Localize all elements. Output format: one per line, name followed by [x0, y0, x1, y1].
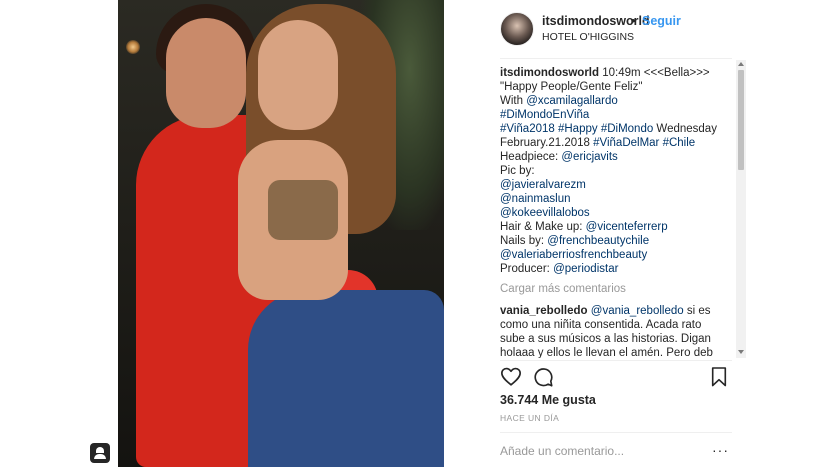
actions-divider: [500, 360, 732, 361]
caption-text: Wednesday: [653, 123, 717, 135]
caption-line: February.21.2018 #ViñaDelMar #Chile: [500, 136, 733, 150]
post-timestamp: HACE UN DÍA: [500, 413, 560, 423]
separator-bullet: •: [631, 14, 636, 28]
caption-line: Producer: @periodistar: [500, 262, 733, 276]
post-header: itsdimondosworld • Seguir HOTEL O'HIGGIN…: [500, 12, 730, 46]
hashtag-link[interactable]: #ViñaDelMar #Chile: [593, 137, 695, 149]
mention-link[interactable]: @javieralvarezm: [500, 178, 733, 192]
caption-text: February.21.2018: [500, 137, 594, 149]
avatar[interactable]: [500, 12, 534, 46]
comment-text: si es: [683, 305, 711, 317]
caption-text: Headpiece:: [500, 151, 562, 163]
comment-icon[interactable]: [532, 366, 554, 388]
scroll-down-arrow[interactable]: [738, 350, 744, 354]
caption-line: #Viña2018 #Happy #DiMondo Wednesday: [500, 122, 733, 136]
jeans: [248, 290, 444, 467]
mention-link[interactable]: @xcamilagallardo: [526, 95, 618, 107]
mention-link[interactable]: @nainmaslun: [500, 192, 733, 206]
mention-link[interactable]: @periodistar: [553, 263, 618, 275]
heart-icon[interactable]: [500, 366, 522, 388]
leopard-top: [268, 180, 338, 240]
mention-link[interactable]: @vicenteferrerp: [586, 221, 668, 233]
comment-username[interactable]: vania_rebolledo: [500, 305, 588, 317]
header-divider: [500, 58, 732, 59]
mention-link[interactable]: @kokeevillalobos: [500, 206, 733, 220]
right-person-face: [258, 20, 338, 130]
comment-text: holaaa y ellos le llevan el amén. Pero d…: [500, 347, 713, 358]
caption-line: Headpiece: @ericjavits: [500, 150, 733, 164]
caption-username[interactable]: itsdimondosworld: [500, 67, 599, 79]
tagged-user-icon[interactable]: [90, 443, 110, 463]
hashtag-link[interactable]: #DiMondoEnViña: [500, 108, 733, 122]
caption-line: itsdimondosworld 10:49m <<<Bella>>>: [500, 66, 733, 80]
mention-link[interactable]: @valeriaberriosfrenchbeauty: [500, 248, 733, 262]
comments-scrollbar[interactable]: [736, 60, 746, 358]
post-photo[interactable]: [118, 0, 444, 467]
action-bar: [500, 366, 730, 388]
caption-line: With @xcamilagallardo: [500, 94, 733, 108]
comments-panel[interactable]: itsdimondosworld 10:49m <<<Bella>>> "Hap…: [500, 66, 733, 358]
comment-divider: [500, 432, 732, 433]
caption-text: Hair & Make up:: [500, 221, 586, 233]
caption-text: 10:49m <<<Bella>>>: [599, 67, 710, 79]
caption-line: Nails by: @frenchbeautychile: [500, 234, 733, 248]
caption-line: Hair & Make up: @vicenteferrerp: [500, 220, 733, 234]
comment-text: sube a sus músicos a las historias. Diga…: [500, 333, 711, 345]
bookmark-icon[interactable]: [710, 366, 728, 388]
comment-text: como una niñita consentida. Acada rato: [500, 319, 702, 331]
caption-text: Nails by:: [500, 235, 548, 247]
background-lamp: [126, 40, 140, 54]
mention-link[interactable]: @frenchbeautychile: [547, 235, 649, 247]
load-more-comments[interactable]: Cargar más comentarios: [500, 282, 733, 296]
post-location[interactable]: HOTEL O'HIGGINS: [542, 31, 634, 43]
hashtag-link[interactable]: #Viña2018 #Happy #DiMondo: [500, 123, 653, 135]
more-options-icon[interactable]: ···: [712, 442, 729, 458]
caption-text: With: [500, 95, 527, 107]
follow-button[interactable]: Seguir: [642, 14, 681, 28]
comment-item: vania_rebolledo @vania_rebolledo si es c…: [500, 304, 733, 358]
caption-line: Pic by:: [500, 165, 535, 177]
mention-link[interactable]: @vania_rebolledo: [591, 305, 684, 317]
likes-count[interactable]: 36.744 Me gusta: [500, 393, 596, 407]
add-comment-input[interactable]: Añade un comentario...: [500, 444, 624, 458]
caption-text: Producer:: [500, 263, 554, 275]
scroll-up-arrow[interactable]: [738, 62, 744, 66]
scroll-thumb[interactable]: [738, 70, 744, 170]
mention-link[interactable]: @ericjavits: [561, 151, 617, 163]
caption-line: "Happy People/Gente Feliz": [500, 81, 643, 93]
left-person-face: [166, 18, 246, 128]
